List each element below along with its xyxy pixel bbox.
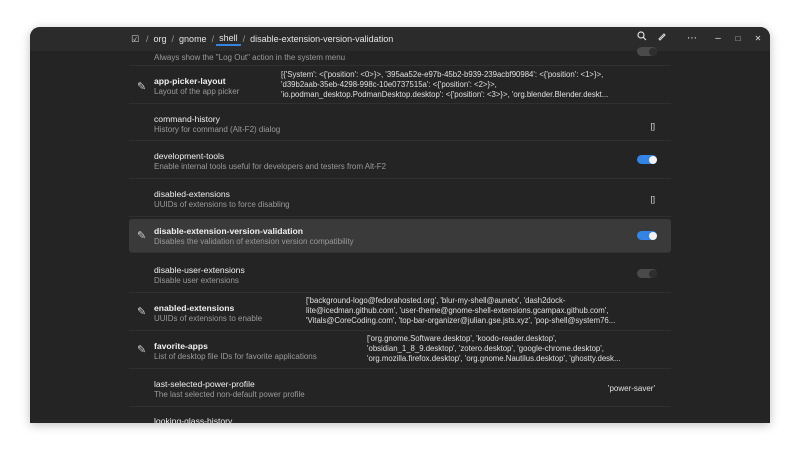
key-name: disabled-extensions (154, 189, 230, 199)
list-item[interactable]: ✎ favorite-apps List of desktop file IDs… (129, 330, 671, 369)
edit-icon: ✎ (137, 81, 147, 93)
dconf-editor-window: ☑ / org / gnome / shell / disable-extens… (30, 27, 770, 423)
toggle-switch[interactable] (637, 155, 657, 164)
toggle-switch[interactable] (637, 269, 657, 278)
key-value-line: 'd39b2aab-35eb-4298-998c-10e0737515a': <… (281, 80, 497, 89)
list-item[interactable]: development-tools Enable internal tools … (129, 140, 671, 179)
list-item[interactable]: Always show the "Log Out" action in the … (129, 47, 671, 66)
key-name: command-history (154, 114, 220, 124)
key-description: History for command (Alt-F2) dialog (154, 125, 281, 134)
key-value: 'power-saver' (607, 384, 655, 393)
list-item[interactable]: disabled-extensions UUIDs of extensions … (129, 178, 671, 217)
key-description: UUIDs of extensions to force disabling (154, 200, 290, 209)
key-description: Always show the "Log Out" action in the … (154, 53, 346, 62)
key-name: development-tools (154, 151, 225, 161)
edit-icon: ✎ (137, 344, 147, 356)
key-name: favorite-apps (154, 341, 208, 351)
key-name: enabled-extensions (154, 303, 235, 313)
key-description: The last selected non-default power prof… (154, 390, 305, 399)
key-value-line: 'Vitals@CoreCoding.com', 'top-bar-organi… (306, 316, 616, 325)
search-icon[interactable] (634, 31, 650, 47)
breadcrumb-shell[interactable]: shell (216, 33, 241, 46)
list-item[interactable]: ✎ enabled-extensions UUIDs of extensions… (129, 292, 671, 331)
edit-icon: ✎ (137, 306, 147, 318)
key-value-line: 'io.podman_desktop.PodmanDesktop.desktop… (281, 90, 609, 99)
toggle-switch[interactable] (637, 47, 657, 56)
list-item[interactable]: last-selected-power-profile The last sel… (129, 368, 671, 407)
list-item[interactable]: ✎ app-picker-layout Layout of the app pi… (129, 65, 671, 104)
key-value-line: ['background-logo@fedorahosted.org', 'bl… (306, 296, 566, 305)
key-description: Layout of the app picker (154, 87, 240, 96)
key-description: List of desktop file IDs for favorite ap… (154, 352, 317, 361)
list-item[interactable]: command-history History for command (Alt… (129, 103, 671, 141)
pen-icon[interactable] (654, 31, 670, 47)
key-value-line: [{'System': <{'position': <0>}>, '395aa5… (281, 70, 604, 79)
close-button[interactable]: ✕ (750, 31, 766, 47)
key-value-line: 'obsidian_1_8_9.desktop', 'zotero.deskto… (367, 344, 604, 353)
edit-icon: ✎ (137, 230, 147, 242)
toggle-switch[interactable] (637, 231, 657, 240)
key-value: [] (650, 122, 655, 131)
key-value-line: 'org.mozilla.firefox.desktop', 'org.gnom… (367, 354, 621, 363)
key-name: app-picker-layout (154, 76, 226, 86)
key-value-line: ['org.gnome.Software.desktop', 'koodo-re… (367, 334, 557, 343)
key-description: Enable internal tools useful for develop… (154, 162, 387, 171)
key-name: disable-user-extensions (154, 265, 245, 275)
breadcrumb: ☑ / org / gnome / shell / disable-extens… (130, 30, 396, 48)
maximize-button[interactable]: □ (730, 31, 746, 47)
key-name: looking-glass-history (154, 416, 233, 423)
breadcrumb-gnome[interactable]: gnome (176, 34, 210, 44)
checkbox-path-icon[interactable]: ☑ (130, 34, 140, 44)
key-name: last-selected-power-profile (154, 379, 255, 389)
key-description: Disables the validation of extension ver… (154, 237, 354, 246)
key-description: Disable user extensions (154, 276, 239, 285)
key-value: [] (650, 195, 655, 204)
key-name: disable-extension-version-validation (154, 226, 303, 236)
more-horiz-icon[interactable]: ⋯ (684, 31, 700, 47)
breadcrumb-current-key[interactable]: disable-extension-version-validation (247, 34, 396, 44)
key-description: UUIDs of extensions to enable (154, 314, 263, 323)
key-value-line: lite@icedman.github.com', 'user-theme@gn… (306, 306, 609, 315)
breadcrumb-org[interactable]: org (151, 34, 170, 44)
list-item-selected[interactable]: ✎ disable-extension-version-validation D… (129, 219, 671, 253)
header-bar: ☑ / org / gnome / shell / disable-extens… (30, 27, 770, 51)
list-item[interactable]: looking-glass-history (129, 406, 671, 423)
minimize-button[interactable]: – (710, 31, 726, 47)
list-item[interactable]: disable-user-extensions Disable user ext… (129, 254, 671, 293)
